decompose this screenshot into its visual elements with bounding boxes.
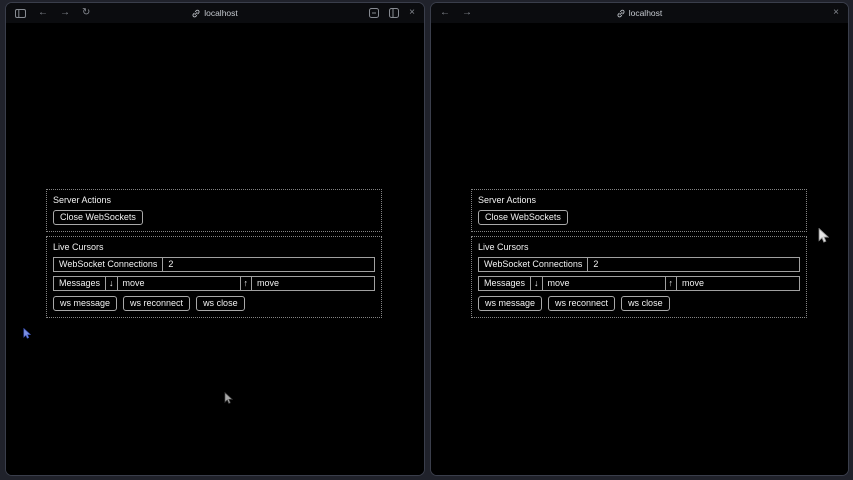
page-content: Server Actions Close WebSockets Live Cur…: [6, 23, 424, 476]
forward-icon[interactable]: →: [60, 8, 70, 18]
address-title[interactable]: localhost: [431, 3, 848, 23]
back-icon[interactable]: ←: [440, 8, 450, 18]
page-content: Server Actions Close WebSockets Live Cur…: [431, 23, 848, 476]
live-cursors-panel: Live Cursors WebSocket Connections 2 Mes…: [471, 236, 807, 318]
server-actions-title: Server Actions: [53, 195, 375, 206]
toolbar-left-group: ← →: [440, 8, 472, 18]
close-icon[interactable]: ×: [833, 8, 839, 18]
link-icon: [617, 9, 625, 18]
link-icon: [192, 9, 200, 18]
ws-close-button[interactable]: ws close: [196, 296, 245, 311]
reload-icon[interactable]: ↻: [82, 8, 90, 18]
reader-view-icon[interactable]: [369, 8, 379, 18]
server-actions-panel: Server Actions Close WebSockets: [46, 189, 382, 232]
close-websockets-button[interactable]: Close WebSockets: [53, 210, 143, 225]
connections-label: WebSocket Connections: [478, 257, 588, 272]
url-label: localhost: [629, 8, 663, 18]
messages-label: Messages: [478, 276, 531, 291]
messages-label: Messages: [53, 276, 106, 291]
outgoing-message-value: move: [251, 276, 375, 291]
toolbar-left-group: ← → ↻: [15, 8, 90, 18]
incoming-message-value: move: [117, 276, 241, 291]
connections-row: WebSocket Connections 2: [478, 257, 800, 272]
titlebar[interactable]: ← → localhost ×: [431, 3, 848, 23]
url-label: localhost: [204, 8, 238, 18]
connections-row: WebSocket Connections 2: [53, 257, 375, 272]
toolbar-right-group: ×: [369, 8, 415, 18]
tab-overview-icon[interactable]: [389, 8, 399, 18]
sidebar-toggle-icon[interactable]: [15, 9, 26, 18]
outgoing-message-value: move: [676, 276, 800, 291]
back-icon[interactable]: ←: [38, 8, 48, 18]
browser-window-left: ← → ↻ localhost × Server Actions Close W…: [5, 2, 425, 476]
browser-window-right: ← → localhost × Server Actions Close Web…: [430, 2, 849, 476]
ws-reconnect-button[interactable]: ws reconnect: [548, 296, 615, 311]
connections-value: 2: [587, 257, 800, 272]
ws-reconnect-button[interactable]: ws reconnect: [123, 296, 190, 311]
panels-container: Server Actions Close WebSockets Live Cur…: [471, 189, 807, 322]
ws-message-button[interactable]: ws message: [53, 296, 117, 311]
messages-row: Messages ↓ move ↑ move: [53, 276, 375, 291]
ws-message-button[interactable]: ws message: [478, 296, 542, 311]
server-actions-panel: Server Actions Close WebSockets: [471, 189, 807, 232]
messages-row: Messages ↓ move ↑ move: [478, 276, 800, 291]
live-cursors-title: Live Cursors: [478, 242, 800, 253]
panels-container: Server Actions Close WebSockets Live Cur…: [46, 189, 382, 322]
connections-label: WebSocket Connections: [53, 257, 163, 272]
live-cursors-panel: Live Cursors WebSocket Connections 2 Mes…: [46, 236, 382, 318]
server-actions-title: Server Actions: [478, 195, 800, 206]
ws-buttons-row: ws message ws reconnect ws close: [478, 291, 800, 311]
toolbar-right-group: ×: [833, 8, 839, 18]
ws-buttons-row: ws message ws reconnect ws close: [53, 291, 375, 311]
ws-close-button[interactable]: ws close: [621, 296, 670, 311]
incoming-message-value: move: [542, 276, 666, 291]
titlebar[interactable]: ← → ↻ localhost ×: [6, 3, 424, 23]
forward-icon[interactable]: →: [462, 8, 472, 18]
live-cursors-title: Live Cursors: [53, 242, 375, 253]
close-websockets-button[interactable]: Close WebSockets: [478, 210, 568, 225]
close-icon[interactable]: ×: [409, 8, 415, 18]
connections-value: 2: [162, 257, 375, 272]
